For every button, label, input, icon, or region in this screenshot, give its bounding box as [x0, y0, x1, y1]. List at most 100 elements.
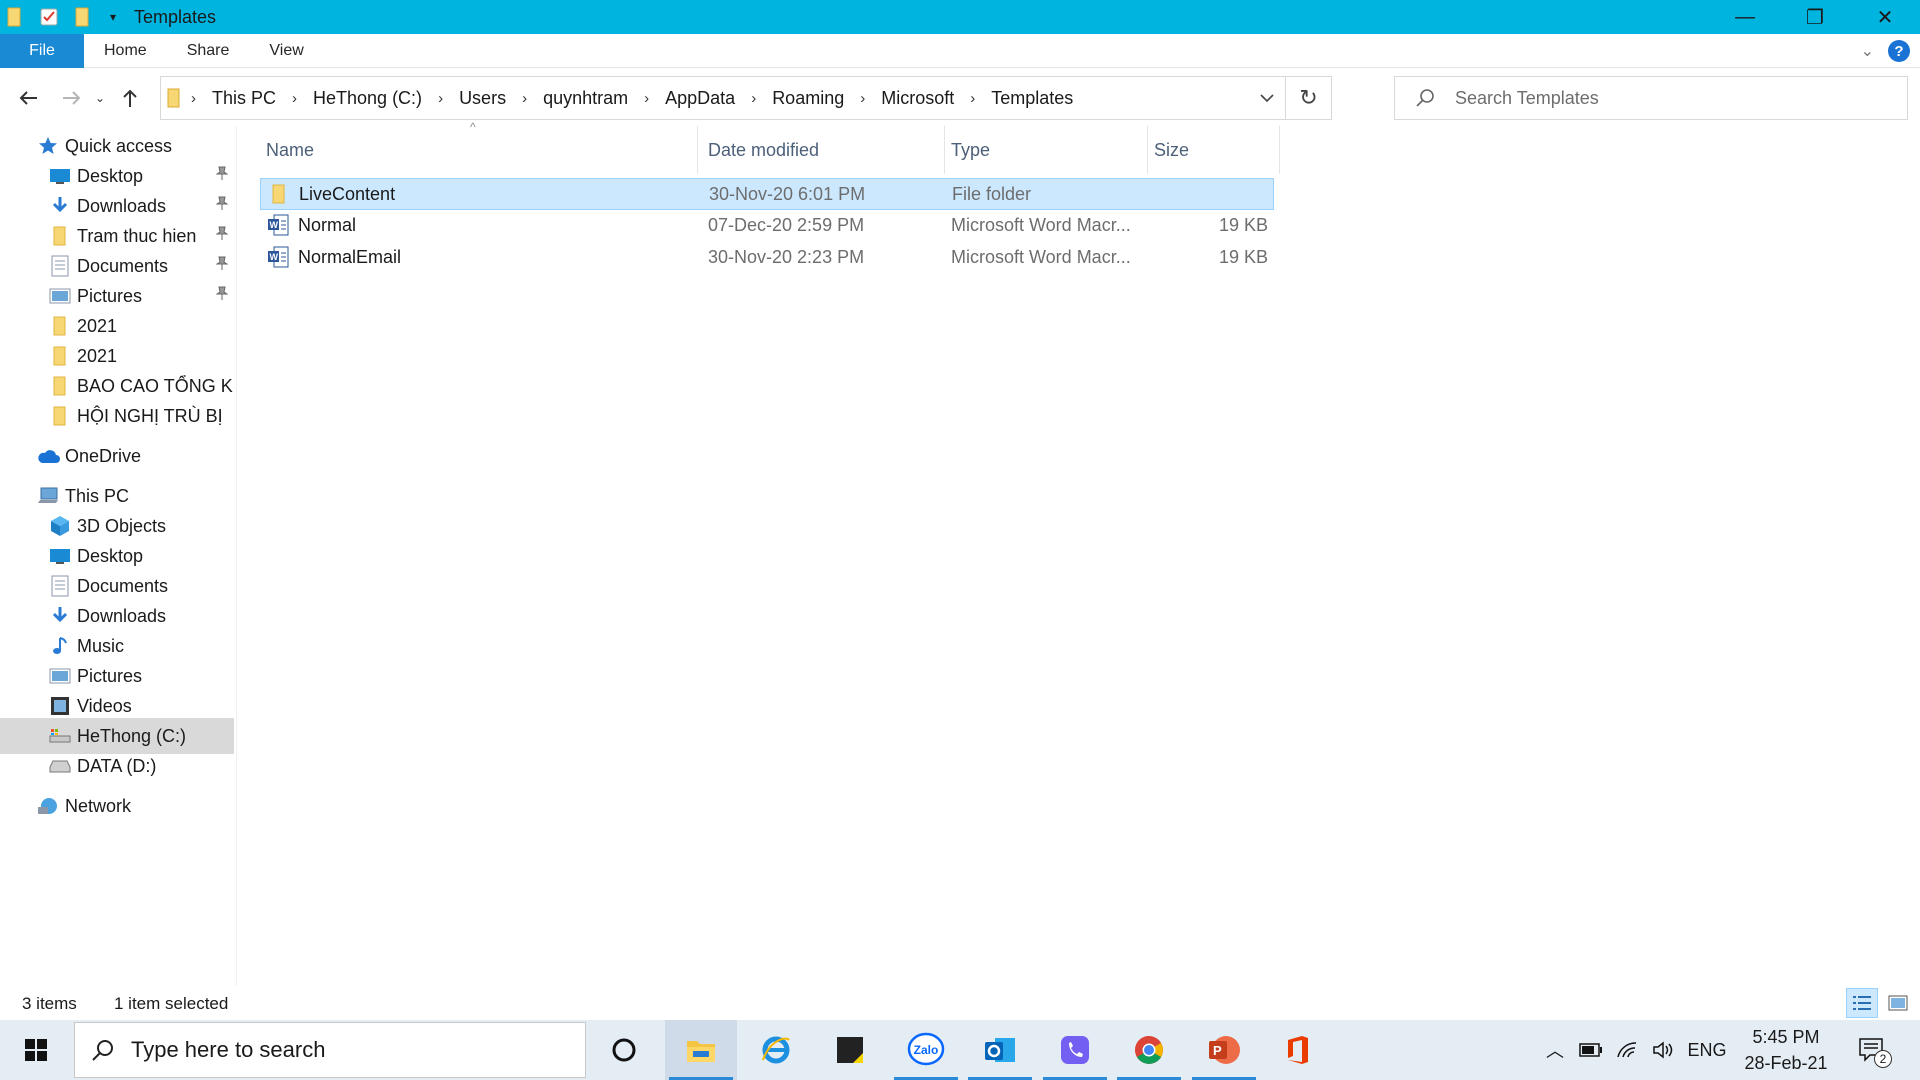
navigation-pane: Quick access Desktop Downloads Tram thuc hi…: [0, 126, 236, 986]
tab-home[interactable]: Home: [84, 34, 167, 68]
crumb-roaming[interactable]: Roaming: [762, 88, 854, 109]
crumb-templates[interactable]: Templates: [981, 88, 1083, 109]
large-icons-view-button[interactable]: [1882, 988, 1914, 1018]
forward-button[interactable]: [54, 80, 90, 116]
taskbar-powerpoint[interactable]: P: [1188, 1020, 1260, 1080]
search-icon: [75, 1038, 131, 1062]
folder-icon: [48, 374, 72, 398]
search-box[interactable]: [1394, 76, 1908, 120]
address-history-button[interactable]: [1249, 77, 1285, 119]
window-title: Templates: [134, 6, 217, 27]
address-bar[interactable]: › This PC › HeThong (C:) › Users › quynh…: [160, 76, 1332, 120]
crumb-microsoft[interactable]: Microsoft: [871, 88, 964, 109]
refresh-button[interactable]: ↻: [1285, 77, 1331, 119]
nav-item-network[interactable]: Network: [0, 788, 234, 824]
column-header-name[interactable]: Name ^: [260, 120, 698, 174]
selection-count: 1 item selected: [114, 994, 229, 1013]
search-input[interactable]: [1455, 87, 1875, 109]
wifi-button[interactable]: [1612, 1020, 1642, 1080]
taskbar-chrome[interactable]: [1113, 1020, 1185, 1080]
file-row[interactable]: W NormalEmail 30-Nov-20 2:23 PM Microsoft W…: [260, 242, 1274, 274]
title-bar: ▾ Templates — ❐ ✕: [0, 0, 1920, 34]
details-view-button[interactable]: [1846, 988, 1878, 1018]
tab-file[interactable]: File: [0, 33, 84, 68]
taskbar-search-box[interactable]: Type here to search: [74, 1022, 586, 1078]
breadcrumb-chevron-icon[interactable]: ›: [432, 90, 449, 107]
breadcrumb-chevron-icon[interactable]: ›: [854, 90, 871, 107]
word-template-icon: W: [266, 245, 290, 269]
taskbar-viber[interactable]: [1039, 1020, 1111, 1080]
pane-divider[interactable]: [236, 126, 237, 986]
file-row[interactable]: LiveContent 30-Nov-20 6:01 PM File folder: [260, 178, 1274, 210]
crumb-users[interactable]: Users: [449, 88, 516, 109]
window-controls: — ❐ ✕: [1710, 0, 1920, 34]
file-row[interactable]: W Normal 07-Dec-20 2:59 PM Microsoft Word M…: [260, 210, 1274, 242]
input-language-button[interactable]: ENG: [1684, 1020, 1730, 1080]
nav-item-data-d[interactable]: DATA (D:): [0, 748, 234, 784]
breadcrumb: › This PC › HeThong (C:) › Users › quynh…: [161, 77, 1083, 119]
nav-item-label: Pictures: [77, 285, 143, 306]
nav-item-onedrive[interactable]: OneDrive: [0, 438, 234, 474]
cortana-button[interactable]: [588, 1020, 660, 1080]
restore-button[interactable]: ❐: [1780, 0, 1850, 34]
wifi-icon: [1617, 1042, 1637, 1058]
column-header-date[interactable]: Date modified: [702, 126, 945, 174]
breadcrumb-chevron-icon[interactable]: ›: [516, 90, 533, 107]
crumb-hethong[interactable]: HeThong (C:): [303, 88, 432, 109]
clock[interactable]: 5:45 PM 28-Feb-21: [1734, 1024, 1838, 1076]
customize-toolbar-icon[interactable]: ▾: [106, 6, 120, 28]
desktop-icon: [48, 544, 72, 568]
taskbar-outlook[interactable]: [964, 1020, 1036, 1080]
breadcrumb-chevron-icon[interactable]: ›: [185, 90, 202, 107]
action-center-button[interactable]: 2: [1850, 1020, 1894, 1080]
chevron-up-icon: ︿: [1546, 1041, 1564, 1061]
column-header-size[interactable]: Size: [1148, 126, 1280, 174]
properties-icon[interactable]: [38, 6, 60, 28]
documents-icon: [48, 254, 72, 278]
taskbar-file-explorer[interactable]: [665, 1020, 737, 1080]
tab-share[interactable]: Share: [167, 34, 250, 68]
back-button[interactable]: [10, 80, 46, 116]
cube-icon: [48, 514, 72, 538]
start-button[interactable]: [0, 1020, 72, 1080]
navigation-bar: ⌄ › This PC › HeThong (C:) › Users › quy…: [0, 74, 1920, 122]
pin-icon: [215, 166, 229, 183]
word-template-icon: W: [266, 213, 290, 237]
taskbar-internet-explorer[interactable]: [740, 1020, 812, 1080]
status-bar: 3 items 1 item selected: [0, 988, 1920, 1020]
up-button[interactable]: [112, 80, 148, 116]
nav-item-label: 2021: [77, 345, 118, 366]
minimize-button[interactable]: —: [1710, 0, 1780, 34]
column-header-type[interactable]: Type: [945, 126, 1148, 174]
breadcrumb-chevron-icon[interactable]: ›: [964, 90, 981, 107]
nav-item-h-i-ngh-tr-b[interactable]: HỘI NGHỊ TRÙ BỊ: [0, 398, 234, 434]
breadcrumb-chevron-icon[interactable]: ›: [638, 90, 655, 107]
nav-item-label: Tram thuc hien: [77, 225, 197, 246]
tab-view[interactable]: View: [249, 34, 323, 68]
crumb-appdata[interactable]: AppData: [655, 88, 745, 109]
taskbar-office[interactable]: [1262, 1020, 1334, 1080]
new-folder-icon[interactable]: [72, 6, 94, 28]
breadcrumb-chevron-icon[interactable]: ›: [745, 90, 762, 107]
taskbar-sticky-notes[interactable]: [814, 1020, 886, 1080]
close-button[interactable]: ✕: [1850, 0, 1920, 34]
crumb-this-pc[interactable]: This PC: [202, 88, 286, 109]
crumb-quynhtram[interactable]: quynhtram: [533, 88, 638, 109]
volume-button[interactable]: [1648, 1020, 1678, 1080]
taskbar-zalo[interactable]: Zalo: [890, 1020, 962, 1080]
help-icon[interactable]: ?: [1888, 40, 1910, 62]
column-size-label: Size: [1154, 139, 1190, 160]
windows-logo-icon: [25, 1039, 47, 1061]
battery-button[interactable]: [1576, 1020, 1606, 1080]
file-date-cell: 07-Dec-20 2:59 PM: [708, 214, 865, 235]
folder-icon: [267, 182, 291, 206]
nav-item-label: Videos: [77, 695, 132, 716]
view-switcher: [1846, 988, 1914, 1018]
nav-item-label: This PC: [65, 485, 130, 506]
show-hidden-icons-button[interactable]: ︿: [1540, 1020, 1570, 1080]
recent-locations-button[interactable]: ⌄: [90, 80, 110, 116]
breadcrumb-chevron-icon[interactable]: ›: [286, 90, 303, 107]
folder-icon: [4, 6, 26, 28]
expand-ribbon-icon[interactable]: ⌄: [1861, 41, 1874, 61]
music-icon: [48, 634, 72, 658]
